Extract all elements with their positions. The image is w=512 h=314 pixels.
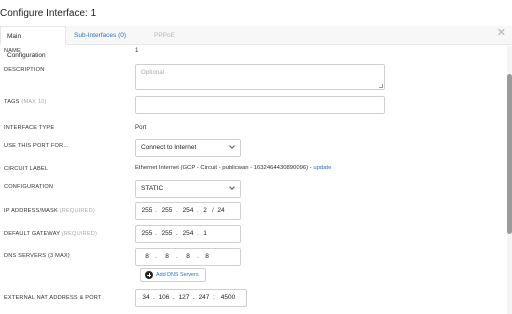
use-port-for-select[interactable]: Connect to Internet [135, 139, 241, 157]
configuration-label: CONFIGURATION [4, 184, 54, 190]
add-dns-servers-label: Add DNS Servers [156, 272, 199, 278]
circuit-label-value: Ethernet Internet (GCP - Circuit - publi… [135, 165, 331, 171]
configuration-select[interactable]: STATIC [135, 180, 241, 198]
ip-octet-4[interactable]: 2 [200, 207, 210, 214]
nat-octet-2[interactable]: 106 [157, 294, 171, 301]
default-gateway-label-text: DEFAULT GATEWAY [4, 231, 61, 237]
circuit-label-text: Ethernet Internet (GCP - Circuit - publi… [135, 165, 314, 171]
tab-pppoe[interactable]: PPPoE [148, 26, 181, 45]
chevron-down-icon [229, 143, 235, 149]
interface-type-label: INTERFACE TYPE [4, 125, 55, 131]
ip-address-input[interactable]: 255 . 255 . 254 . 2 / 24 [135, 202, 241, 220]
dns-servers-label: DNS SERVERS (3 MAX) [4, 253, 70, 259]
tags-hint: (MAX 10) [21, 99, 47, 105]
ip-address-label-text: IP ADDRESS/MASK [4, 208, 58, 214]
close-icon[interactable]: ✕ [497, 28, 506, 39]
page-title: Configure Interface: 1 [0, 8, 97, 19]
external-nat-input[interactable]: 34 . 106 . 127 . 247 : 4500 [135, 289, 247, 307]
gw-octet-1[interactable]: 255 [140, 230, 154, 237]
nat-octet-4[interactable]: 247 [197, 294, 211, 301]
nat-octet-1[interactable]: 34 [140, 294, 152, 301]
use-port-for-value: Connect to Internet [141, 144, 197, 151]
ip-mask[interactable]: 24 [216, 207, 226, 214]
use-port-for-label: USE THIS PORT FOR... [4, 143, 69, 149]
dns-octet-3[interactable]: 8 [183, 253, 193, 260]
ip-octet-2[interactable]: 255 [160, 207, 174, 214]
dns-server-input[interactable]: 8 . 8 . 8 . 8 [135, 248, 241, 266]
gw-octet-2[interactable]: 255 [160, 230, 174, 237]
nat-octet-3[interactable]: 127 [177, 294, 191, 301]
ip-address-hint: (REQUIRED) [59, 208, 95, 214]
plus-circle-icon [145, 271, 153, 279]
description-textarea[interactable]: Optional [135, 64, 385, 90]
tab-main-configuration[interactable]: Main Configuration [0, 26, 66, 59]
ip-octet-3[interactable]: 254 [181, 207, 195, 214]
ip-address-label: IP ADDRESS/MASK (REQUIRED) [4, 208, 95, 214]
default-gateway-hint: (REQUIRED) [61, 231, 98, 237]
add-dns-servers-button[interactable]: Add DNS Servers [140, 268, 206, 282]
name-value: 1 [135, 47, 139, 54]
default-gateway-input[interactable]: 255 . 255 . 254 . 1 [135, 225, 241, 243]
scrollbar-thumb[interactable] [507, 74, 512, 234]
tab-bar: Main Configuration Sub-Interfaces (0) PP… [0, 26, 512, 59]
tags-label: TAGS (MAX 10) [4, 99, 47, 105]
resize-grip-icon[interactable] [379, 84, 383, 88]
gw-octet-3[interactable]: 254 [181, 230, 195, 237]
configuration-value: STATIC [141, 185, 164, 192]
dns-octet-2[interactable]: 8 [162, 253, 172, 260]
gw-octet-4[interactable]: 1 [200, 230, 210, 237]
update-link[interactable]: update [313, 165, 331, 171]
default-gateway-label: DEFAULT GATEWAY (REQUIRED) [4, 231, 97, 237]
external-nat-label: EXTERNAL NAT ADDRESS & PORT [4, 295, 102, 301]
dns-octet-1[interactable]: 8 [142, 253, 152, 260]
tab-sub-interfaces[interactable]: Sub-Interfaces (0) [68, 26, 132, 45]
description-placeholder: Optional [141, 69, 165, 76]
ip-octet-1[interactable]: 255 [140, 207, 154, 214]
dns-octet-4[interactable]: 8 [202, 253, 212, 260]
chevron-down-icon [229, 184, 235, 190]
interface-type-value: Port [135, 124, 147, 131]
nat-port[interactable]: 4500 [218, 294, 238, 301]
description-label: DESCRIPTION [4, 67, 45, 73]
tags-label-text: TAGS [4, 99, 20, 105]
tags-input[interactable] [135, 96, 385, 114]
name-label: NAME [4, 48, 21, 54]
circuit-label-label: CIRCUIT LABEL [4, 166, 49, 172]
